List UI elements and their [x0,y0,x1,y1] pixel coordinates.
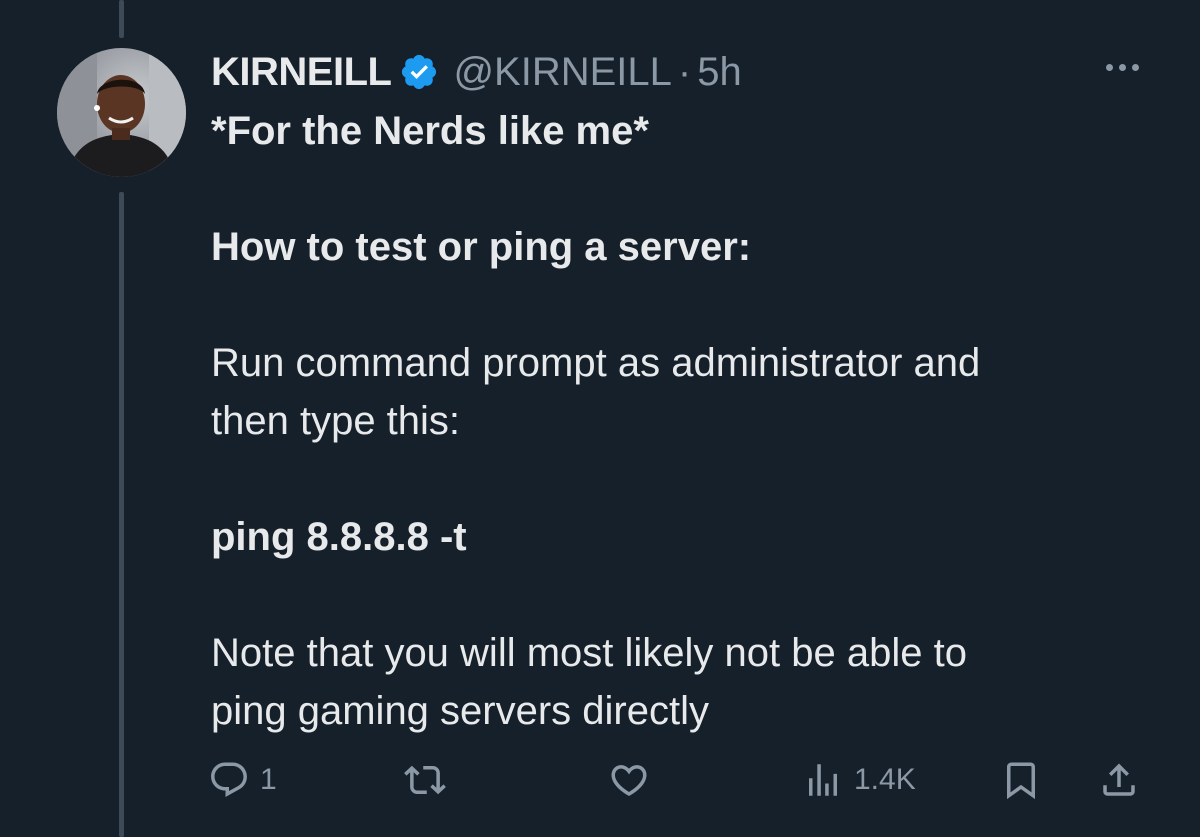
reply-button[interactable]: 1 [208,758,277,802]
thread-line-top [119,0,124,38]
handle[interactable]: @KIRNEILL [453,46,671,98]
reply-count: 1 [260,763,277,796]
display-name[interactable]: KIRNEILL [211,46,392,98]
share-button[interactable] [1098,758,1140,802]
like-button[interactable] [608,758,650,802]
timestamp[interactable]: 5h [697,46,742,98]
avatar[interactable] [57,48,186,177]
bookmark-icon [1007,762,1035,800]
tweet-line: ping gaming servers directly [211,689,709,733]
share-icon [1103,763,1135,796]
more-icon[interactable] [1106,64,1139,71]
reply-icon [211,762,247,797]
tweet-command: ping 8.8.8.8 -t [211,515,467,559]
action-bar: 1 1.4K [208,758,1148,802]
verified-badge-icon[interactable] [399,52,439,92]
bookmark-button[interactable] [1000,758,1042,802]
tweet[interactable]: KIRNEILL @KIRNEILL · 5h *For the Nerds l… [211,46,1171,740]
retweet-icon [404,765,446,795]
tweet-line: How to test or ping a server: [211,225,752,269]
views-icon [809,764,837,796]
like-icon [611,765,647,797]
retweet-button[interactable] [404,758,446,802]
views-count: 1.4K [854,763,916,796]
tweet-line: Run command prompt as administrator and [211,341,981,385]
views-button[interactable]: 1.4K [802,758,916,802]
tweet-header: KIRNEILL @KIRNEILL · 5h [211,46,1171,98]
tweet-line: *For the Nerds like me* [211,109,649,153]
tweet-line: Note that you will most likely not be ab… [211,631,967,675]
tweet-line: then type this: [211,399,461,443]
thread-line-bottom [119,192,124,837]
tweet-body: *For the Nerds like me* How to test or p… [211,102,1171,740]
separator-dot: · [677,50,692,94]
